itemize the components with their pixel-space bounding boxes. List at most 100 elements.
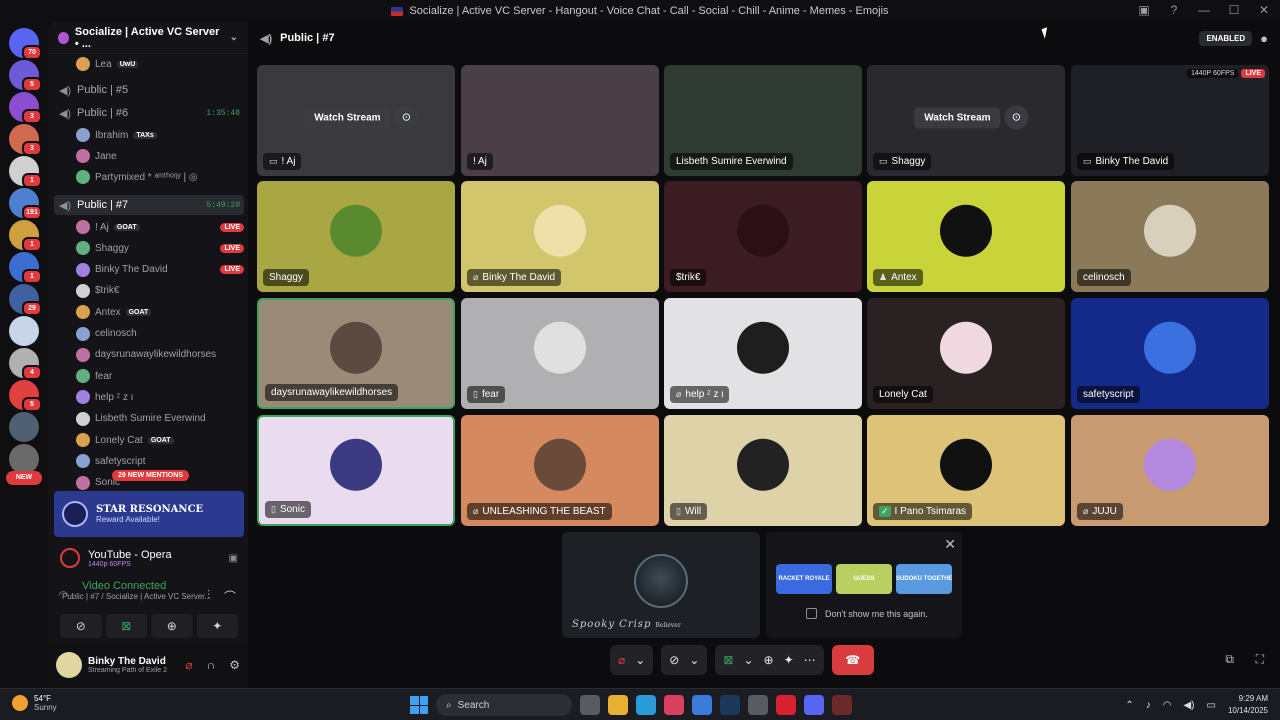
battery-icon[interactable]: ▭ (1207, 700, 1216, 711)
edge-icon[interactable] (636, 695, 656, 715)
server-icon[interactable]: 70 (9, 28, 42, 60)
camera-off-icon[interactable]: ⊘ (669, 653, 679, 667)
game-icon[interactable] (832, 695, 852, 715)
screen-share-icon[interactable]: ⊠ (723, 653, 733, 667)
voice-channel[interactable]: ◀) Public | #5 (54, 80, 244, 100)
headphones-icon[interactable]: ∩ (207, 658, 216, 672)
pip-stream[interactable]: Spooky Crisp Believer (562, 532, 760, 638)
chat-icon[interactable]: ● (1260, 31, 1268, 46)
mic-muted-icon[interactable]: ⌀ (618, 653, 625, 667)
voice-user[interactable]: safetyscript (76, 452, 244, 470)
watch-stream-button[interactable]: Watch Stream (914, 106, 1001, 128)
voice-channel[interactable]: ◀) Public | #6 1:35:48 (54, 103, 244, 123)
user-avatar[interactable] (56, 652, 82, 678)
voice-user[interactable]: Shaggy LIVE (76, 239, 244, 257)
taskbar-search[interactable]: ⌕ Search (436, 694, 572, 716)
notes-icon[interactable] (692, 695, 712, 715)
weather-widget[interactable]: 54°F Sunny (12, 694, 57, 712)
popout-icon[interactable]: ⧉ (1225, 652, 1234, 667)
activity-game[interactable]: GUESS (836, 564, 892, 594)
participant-tile[interactable]: safetyscript (1071, 298, 1269, 409)
soundboard-icon[interactable]: ✦ (784, 653, 794, 667)
soundboard-button[interactable]: ✦ (196, 614, 238, 638)
participant-tile[interactable]: ▯ Sonic (257, 415, 455, 526)
soundboard-icon[interactable]: ⫶ (207, 588, 210, 605)
settings-gear-icon[interactable]: ⚙ (229, 658, 240, 672)
settings-icon[interactable] (748, 695, 768, 715)
voice-channel[interactable]: ◀) Public | #7 5:49:20 (54, 195, 244, 215)
discord-icon[interactable] (804, 695, 824, 715)
hang-up-button[interactable]: ☎ (831, 645, 874, 675)
server-icon[interactable]: 4 (9, 348, 42, 380)
more-icon[interactable]: ⋯ (804, 653, 816, 667)
participant-tile[interactable]: ⌀ help ᶻ z ι (664, 298, 862, 409)
fullscreen-icon[interactable]: ⛶ (1256, 652, 1264, 667)
close-stream-icon[interactable]: ▣ (229, 553, 238, 564)
server-icon[interactable]: 29 (9, 284, 42, 316)
voice-user[interactable]: daysrunawaylikewildhorses (76, 346, 244, 364)
volume-icon[interactable]: ◀) (1183, 700, 1194, 711)
participant-tile[interactable]: ▯ fear (461, 298, 659, 409)
voice-user[interactable]: fear (76, 367, 244, 385)
new-mentions-pill[interactable]: 29 NEW MENTIONS (112, 470, 189, 481)
steam-icon[interactable] (720, 695, 740, 715)
popout-stream-icon[interactable]: ⊙ (394, 104, 419, 129)
promo-banner[interactable]: STAR RESONANCE Reward Available! (54, 491, 244, 537)
participant-tile[interactable]: ⌀ JUJU (1071, 415, 1269, 526)
file-explorer-icon[interactable] (608, 695, 628, 715)
disconnect-icon[interactable]: ⌒ (224, 588, 236, 605)
activity-game[interactable]: SUDOKU TOGETHER (896, 564, 952, 594)
task-view-icon[interactable] (580, 695, 600, 715)
user-name[interactable]: Binky The David (88, 656, 167, 667)
dont-show-row[interactable]: Don't show me this again. (806, 608, 928, 619)
opera-taskbar-icon[interactable] (776, 695, 796, 715)
chevron-up-icon[interactable]: ⌃ (1125, 700, 1133, 711)
voice-user[interactable]: Lonely Cat GOAT (76, 431, 244, 449)
participant-tile[interactable]: daysrunawaylikewildhorses (257, 298, 455, 409)
voice-user[interactable]: Ibrahim TAXs (76, 126, 244, 144)
popout-stream-icon[interactable]: ⊙ (1004, 104, 1029, 129)
chevron-down-icon[interactable]: ⌄ (635, 653, 645, 667)
signal-icon[interactable]: ◠ (58, 588, 68, 602)
voice-user[interactable]: Jane (76, 147, 244, 165)
voice-user[interactable]: $trik€ (76, 282, 244, 300)
voice-user[interactable]: help ᶻ z ι (76, 388, 244, 406)
server-icon[interactable]: 5 (9, 380, 42, 412)
participant-tile[interactable]: ▯ Will (664, 415, 862, 526)
voice-user[interactable]: Partymixed * ᵃᵐᵗʰᵒᵑʸ | ◎ (76, 168, 244, 186)
chevron-down-icon[interactable]: ⌄ (689, 653, 699, 667)
voice-user[interactable]: ! Aj GOAT LIVE (76, 218, 244, 236)
enabled-badge[interactable]: ENABLED (1199, 30, 1253, 46)
chevron-down-icon[interactable]: ⌄ (230, 32, 238, 43)
app-icon[interactable] (664, 695, 684, 715)
mic-muted-icon[interactable]: ⌀ (185, 658, 192, 672)
server-header[interactable]: Socialize | Active VC Server • ... ⌄ (48, 22, 248, 54)
participant-tile[interactable]: ✓ I Pano Tsimaras (867, 415, 1065, 526)
close-button[interactable]: ✕ (1256, 3, 1272, 17)
voice-user[interactable]: celinosch (76, 325, 244, 343)
clock[interactable]: 9:29 AM 10/14/2025 (1228, 693, 1268, 717)
participant-tile[interactable]: ♟ Antex (867, 181, 1065, 292)
server-icon[interactable]: 5 (9, 60, 42, 92)
server-icon[interactable]: 1 (9, 156, 42, 188)
participant-tile[interactable]: Watch Stream ⊙ ▭! Aj (257, 65, 455, 176)
server-icon[interactable]: 191 (9, 188, 42, 220)
mic-icon[interactable]: ♪ (1146, 700, 1151, 711)
wifi-icon[interactable]: ◠ (1163, 700, 1172, 711)
camera-off-button[interactable]: ⊘ (60, 614, 102, 638)
participant-tile[interactable]: Lisbeth Sumire Everwind (664, 65, 862, 176)
server-icon[interactable]: 1 (9, 220, 42, 252)
participant-tile[interactable]: 1440P 60FPS LIVE ▭ Binky The David (1071, 65, 1269, 176)
activity-icon[interactable]: ⊕ (764, 653, 774, 667)
voice-user[interactable]: Lea UwU (76, 55, 244, 73)
participant-tile[interactable]: ⌀ UNLEASHING THE BEAST (461, 415, 659, 526)
participant-tile[interactable]: ! Aj (461, 65, 659, 176)
participant-tile[interactable]: $trik€ (664, 181, 862, 292)
participant-tile[interactable]: Watch Stream ⊙ ▭ Shaggy (867, 65, 1065, 176)
close-icon[interactable]: ✕ (944, 536, 956, 553)
voice-user[interactable]: Antex GOAT (76, 303, 244, 321)
voice-user[interactable]: Lisbeth Sumire Everwind (76, 410, 244, 428)
windows-start-icon[interactable] (410, 696, 428, 714)
server-icon[interactable] (9, 316, 39, 346)
voice-user[interactable]: Binky The David LIVE (76, 261, 244, 279)
